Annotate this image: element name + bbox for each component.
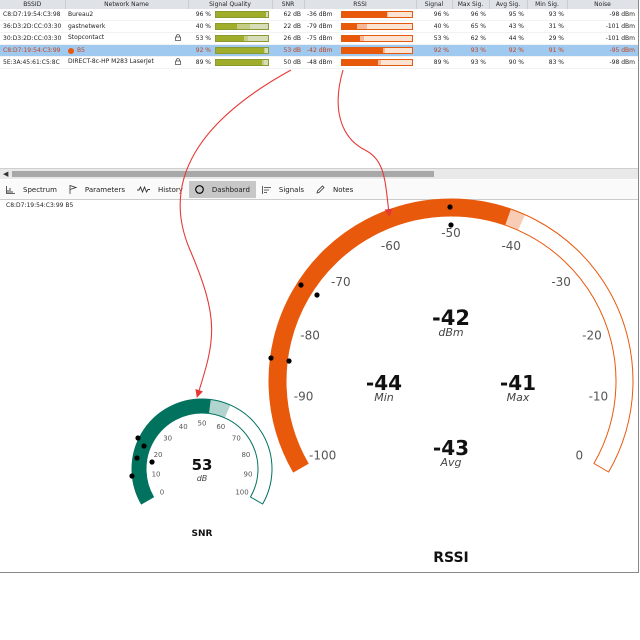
gauge-tick-label: -50 [441,226,461,240]
rssi-stat-label: Avg [439,456,461,469]
snr-value: 53 [192,456,213,474]
gauge-tick-label: 60 [216,423,225,431]
gauge-tick-label: -40 [501,239,521,253]
gauge-tick-label: -60 [381,239,401,253]
snr-unit: dB [197,474,208,483]
dashboard-gauges: 010203040 50 6070809010053dBSNR-100-90-80-… [129,69,634,566]
gauge-tick-label: -100 [309,448,336,462]
rssi-gauge: -100-90-80-70-60-50-40-30-20-100-42dBm-4… [268,198,634,566]
gauge-tick-label: 10 [152,470,161,478]
rssi-stat-label: Min [374,391,394,404]
marker-dot [314,292,320,298]
gauge-tick-label: 70 [232,435,241,443]
marker-dot [447,204,453,210]
gauge-tick-label: 0 [160,489,164,497]
gauge-tick-label: 100 [235,489,248,497]
marker-dot [141,443,147,449]
annotation-arrow-rssi [337,69,393,217]
gauge-tick-label: 40 [179,423,188,431]
rssi-stat-label: Max [507,391,530,404]
snr-gauge: 010203040 50 6070809010053dBSNR [131,398,273,539]
gauge-tick-label: 0 [576,448,584,462]
marker-dot [134,455,140,461]
marker-dot [129,473,135,479]
marker-dot [286,358,292,364]
rssi-title: RSSI [433,550,469,566]
gauge-tick-label: 50 [198,419,207,427]
gauge-tick-label: -20 [582,328,602,342]
gauge-tick-label: 80 [241,451,250,459]
gauge-tick-label: -10 [589,390,609,404]
gauge-tick-label: 90 [243,470,252,478]
snr-title: SNR [192,529,213,539]
marker-dot [149,459,155,465]
gauge-tick-label: 20 [154,451,163,459]
gauge-tick-label: 30 [163,435,172,443]
marker-dot [448,222,454,228]
gauge-tick-label: -80 [300,328,320,342]
gauge-tick-label: -30 [551,275,571,289]
marker-dot [135,435,141,441]
marker-dot [298,282,304,288]
gauge-value-arc [132,398,211,504]
rssi-unit: dBm [438,326,463,339]
app-window: BSSID Network Name Signal Quality SNR RSSI Si… [0,0,639,573]
marker-dot [268,355,274,361]
gauge-tick-label: -70 [331,275,351,289]
gauge-tick-label: -90 [294,390,314,404]
